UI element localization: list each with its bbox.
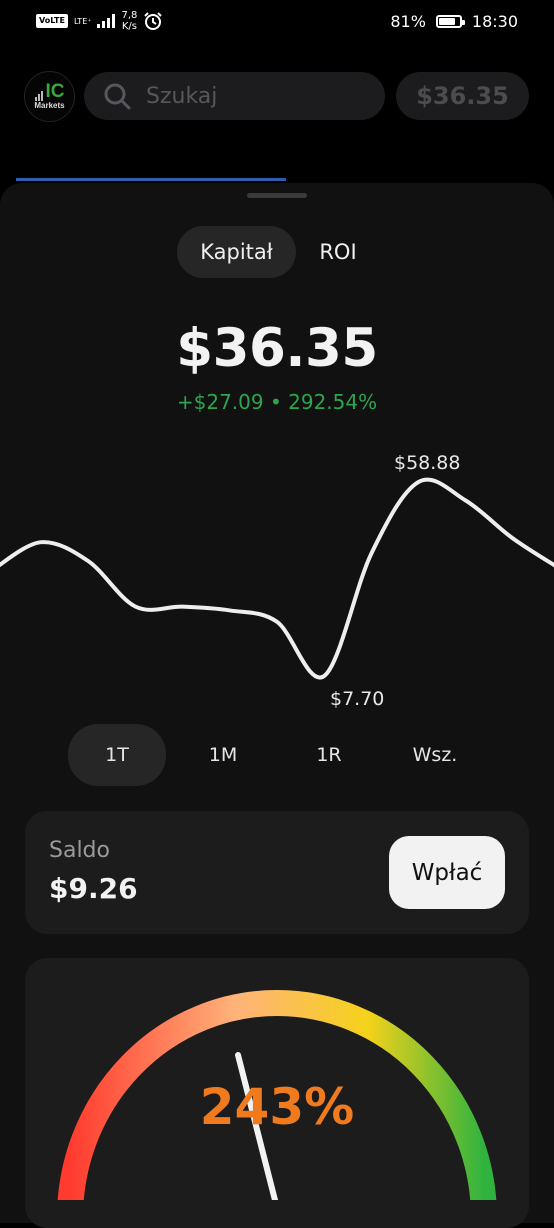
roi-gauge-value: 243% bbox=[199, 1078, 355, 1136]
tab-roi[interactable]: ROI bbox=[296, 226, 380, 278]
deposit-button[interactable]: Wpłać bbox=[389, 836, 505, 909]
battery-icon bbox=[435, 15, 465, 28]
battery-fill bbox=[438, 18, 456, 25]
status-left: VoLTE LTE⁺ 7,8 K/s bbox=[36, 10, 163, 32]
logo-ic-text: IC bbox=[45, 81, 65, 102]
range-all[interactable]: Wsz. bbox=[386, 724, 484, 786]
search-icon bbox=[104, 83, 131, 110]
tab-kapital[interactable]: Kapitał bbox=[177, 226, 296, 278]
range-selector: 1T 1M 1R Wsz. bbox=[68, 724, 492, 786]
equity-change: +$27.09 • 292.54% bbox=[176, 390, 378, 414]
range-1m[interactable]: 1M bbox=[174, 724, 272, 786]
range-1r[interactable]: 1R bbox=[280, 724, 378, 786]
equity-chart bbox=[0, 477, 554, 680]
background-tabs bbox=[10, 170, 554, 184]
signal-icon bbox=[97, 14, 116, 28]
search-input[interactable]: Szukaj bbox=[84, 72, 385, 120]
battery-percent: 81% bbox=[390, 12, 426, 31]
broker-logo[interactable]: IC Markets bbox=[24, 71, 75, 122]
logo-mark: IC bbox=[34, 81, 65, 102]
chart-max-label: $58.88 bbox=[394, 452, 461, 474]
logo-markets-text: Markets bbox=[34, 101, 65, 110]
alarm-clock-icon bbox=[144, 12, 163, 30]
range-1t[interactable]: 1T bbox=[68, 724, 166, 786]
saldo-value: $9.26 bbox=[49, 872, 138, 905]
balance-button[interactable]: $36.35 bbox=[396, 72, 529, 120]
speed-unit: K/s bbox=[121, 21, 137, 32]
chart-line bbox=[0, 477, 554, 680]
volte-badge: VoLTE bbox=[36, 14, 68, 28]
metric-toggle: Kapitał ROI bbox=[177, 226, 380, 278]
logo-bars-icon bbox=[34, 91, 43, 101]
network-label: LTE⁺ bbox=[73, 16, 92, 26]
speed-value: 7,8 bbox=[121, 10, 138, 21]
status-bar: VoLTE LTE⁺ 7,8 K/s 81% 18:30 bbox=[0, 0, 554, 48]
chart-min-label: $7.70 bbox=[330, 688, 385, 710]
clock: 18:30 bbox=[471, 12, 518, 31]
search-placeholder: Szukaj bbox=[146, 83, 218, 109]
status-right: 81% 18:30 bbox=[390, 12, 518, 31]
network-speed: 7,8 K/s bbox=[121, 10, 137, 32]
background-tab-indicator bbox=[16, 178, 286, 181]
network-indicator: LTE⁺ bbox=[74, 17, 92, 26]
sheet-drag-handle[interactable] bbox=[247, 193, 307, 198]
equity-value: $36.35 bbox=[176, 318, 378, 379]
saldo-label: Saldo bbox=[49, 838, 110, 863]
